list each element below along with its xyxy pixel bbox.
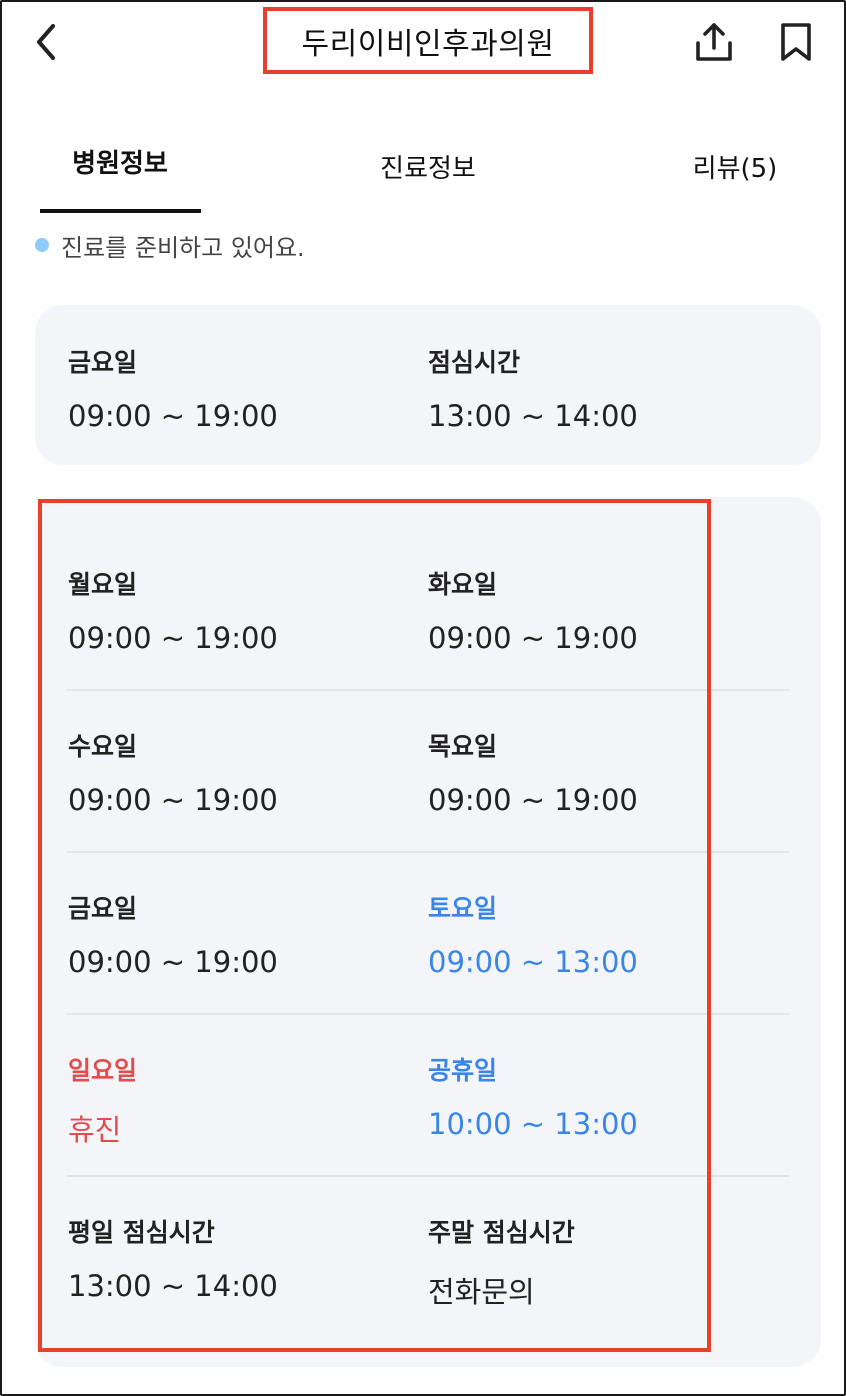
schedule-holiday: 공휴일 10:00 ~ 13:00: [428, 1051, 638, 1141]
today-lunch-cell: 점심시간 13:00 ~ 14:00: [428, 343, 638, 433]
status-dot-icon: [35, 238, 49, 252]
tab-hospital-info[interactable]: 병원정보: [40, 143, 200, 180]
bookmark-button[interactable]: [774, 18, 818, 66]
status-text: 진료를 준비하고 있어요.: [61, 233, 305, 262]
day-hours: 09:00 ~ 19:00: [428, 621, 638, 655]
schedule-monday: 월요일 09:00 ~ 19:00: [68, 565, 278, 655]
schedule-weekend-lunch: 주말 점심시간 전화문의: [428, 1213, 575, 1311]
schedule-saturday: 토요일 09:00 ~ 13:00: [428, 889, 638, 979]
share-icon: [696, 23, 732, 61]
today-day-label: 금요일: [68, 348, 138, 377]
day-hours: 09:00 ~ 19:00: [68, 621, 278, 655]
schedule-sunday: 일요일 휴진: [68, 1051, 137, 1149]
day-label: 금요일: [68, 894, 138, 923]
tab-treatment-info[interactable]: 진료정보: [348, 148, 508, 185]
day-hours: 09:00 ~ 19:00: [68, 945, 278, 979]
schedule-weekday-lunch: 평일 점심시간 13:00 ~ 14:00: [68, 1213, 278, 1303]
tab-bar: 병원정보 진료정보 리뷰(5): [0, 120, 846, 215]
today-cell: 금요일 09:00 ~ 19:00: [68, 343, 278, 433]
day-label: 토요일: [428, 894, 498, 923]
day-label: 주말 점심시간: [428, 1218, 575, 1247]
row-divider: [67, 1013, 789, 1015]
day-label: 월요일: [68, 570, 138, 599]
chevron-left-icon: [37, 24, 55, 60]
today-day-hours: 09:00 ~ 19:00: [68, 399, 278, 433]
row-divider: [67, 689, 789, 691]
page-title: 두리이비인후과의원: [301, 26, 555, 62]
day-label: 수요일: [68, 732, 138, 761]
row-divider: [67, 1175, 789, 1177]
share-button[interactable]: [692, 18, 736, 66]
schedule-friday: 금요일 09:00 ~ 19:00: [68, 889, 278, 979]
day-label: 화요일: [428, 570, 498, 599]
day-hours: 10:00 ~ 13:00: [428, 1107, 638, 1141]
back-button[interactable]: [24, 20, 68, 64]
page-title-highlight: 두리이비인후과의원: [263, 7, 593, 74]
weekly-schedule-card: 월요일 09:00 ~ 19:00 화요일 09:00 ~ 19:00 수요일 …: [35, 497, 821, 1367]
active-tab-indicator: [40, 209, 201, 213]
day-hours: 13:00 ~ 14:00: [68, 1269, 278, 1303]
day-label: 공휴일: [428, 1056, 498, 1085]
day-label: 평일 점심시간: [68, 1218, 215, 1247]
day-hours: 09:00 ~ 13:00: [428, 945, 638, 979]
schedule-wednesday: 수요일 09:00 ~ 19:00: [68, 727, 278, 817]
day-label: 목요일: [428, 732, 498, 761]
row-divider: [67, 851, 789, 853]
schedule-thursday: 목요일 09:00 ~ 19:00: [428, 727, 638, 817]
today-lunch-label: 점심시간: [428, 348, 521, 377]
today-lunch-hours: 13:00 ~ 14:00: [428, 399, 638, 433]
tab-reviews[interactable]: 리뷰(5): [670, 148, 800, 185]
day-hours: 09:00 ~ 19:00: [428, 783, 638, 817]
app-header: 두리이비인후과의원: [0, 0, 846, 90]
bookmark-icon: [781, 23, 811, 61]
status-row: 진료를 준비하고 있어요.: [35, 228, 305, 262]
schedule-tuesday: 화요일 09:00 ~ 19:00: [428, 565, 638, 655]
day-hours: 전화문의: [428, 1275, 535, 1309]
day-hours: 09:00 ~ 19:00: [68, 783, 278, 817]
day-hours: 휴진: [68, 1113, 122, 1147]
today-hours-card: 금요일 09:00 ~ 19:00 점심시간 13:00 ~ 14:00: [35, 305, 821, 465]
day-label: 일요일: [68, 1056, 138, 1085]
